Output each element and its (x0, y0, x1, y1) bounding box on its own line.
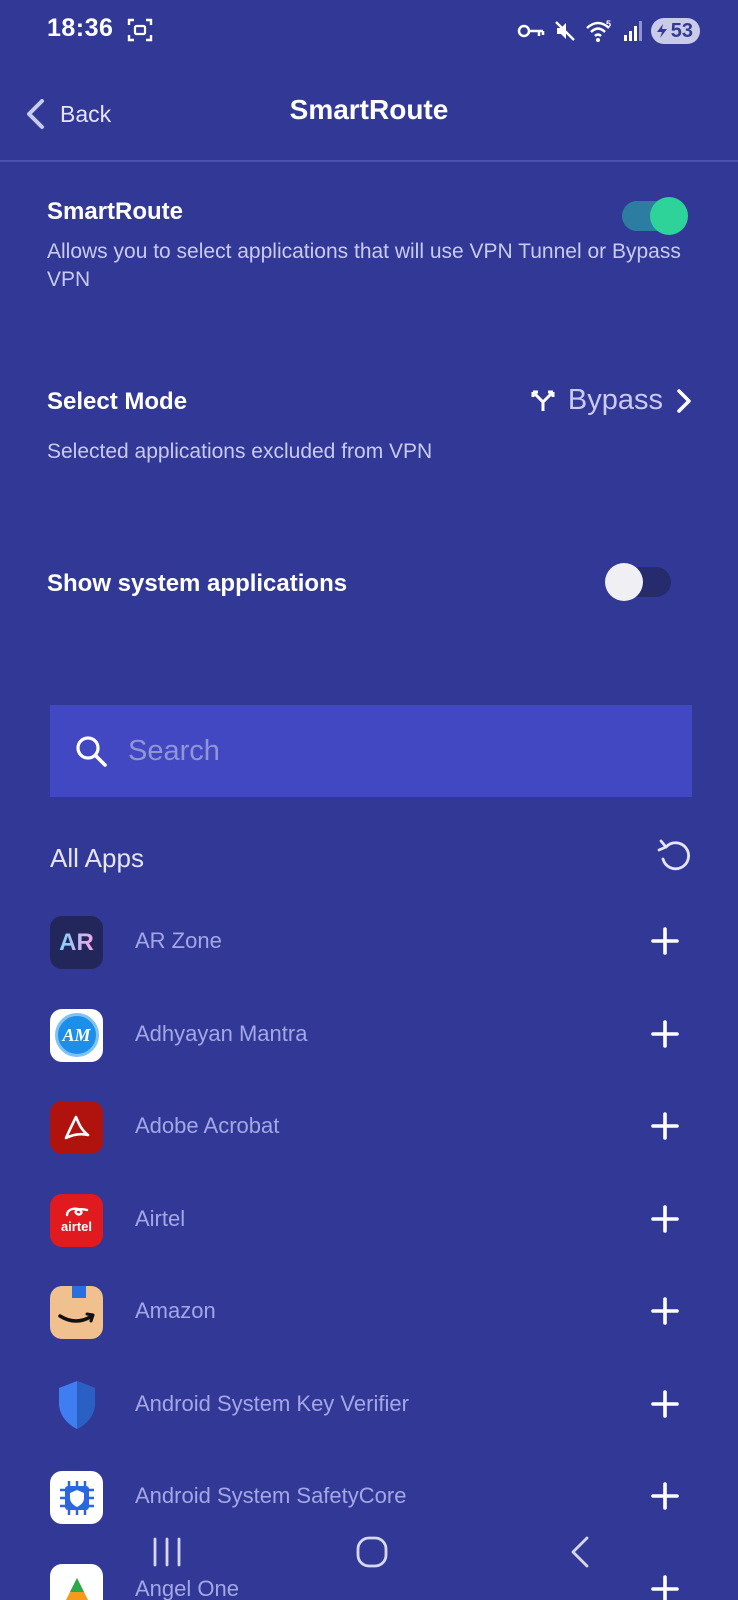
select-mode-title: Select Mode (47, 388, 188, 415)
smartroute-description: Allows you to select applications that w… (47, 240, 681, 291)
app-name: Adhyayan Mantra (135, 1020, 308, 1046)
status-icons: 5 53 (517, 16, 700, 46)
ar-zone-logo-text: AR (59, 928, 94, 956)
app-list: AR AR Zone AM Adhyayan Mantra Adobe Acro… (0, 896, 738, 1600)
add-icon[interactable] (650, 1111, 680, 1141)
smartroute-setting: SmartRoute Allows you to select applicat… (47, 198, 691, 294)
list-item[interactable]: Adobe Acrobat (0, 1081, 738, 1174)
airtel-logo-text: airtel (60, 1219, 93, 1234)
reset-icon[interactable] (657, 837, 693, 875)
smartroute-title: SmartRoute (47, 198, 184, 225)
battery-level: 53 (670, 19, 693, 42)
list-item[interactable]: AM Adhyayan Mantra (0, 989, 738, 1082)
wifi-icon: 5 (585, 19, 611, 42)
airtel-swirl (65, 1207, 88, 1217)
navigation-bar (0, 1535, 738, 1580)
mute-icon (554, 21, 575, 41)
app-name: Android System Key Verifier (135, 1390, 409, 1416)
key-verifier-logo (58, 1381, 95, 1429)
system-apps-toggle[interactable] (605, 563, 671, 601)
adhyayan-logo-text: AM (62, 1024, 91, 1045)
app-list-title: All Apps (50, 843, 144, 873)
recent-apps-icon[interactable] (150, 1535, 184, 1569)
add-icon[interactable] (650, 1204, 680, 1234)
add-icon[interactable] (650, 1481, 680, 1511)
amazon-icon (50, 1286, 103, 1339)
add-icon[interactable] (650, 1389, 680, 1419)
select-mode-description: Selected applications excluded from VPN (47, 440, 433, 463)
search-icon (76, 736, 107, 767)
page-title: SmartRoute (289, 94, 449, 125)
app-name: AR Zone (135, 928, 222, 953)
app-name: Amazon (135, 1298, 216, 1323)
toggle-knob (605, 563, 643, 601)
adhyayan-mantra-icon: AM (50, 1008, 103, 1062)
safetycore-logo (59, 1480, 94, 1515)
app-bar: Back SmartRoute (0, 72, 738, 162)
bypass-icon (531, 390, 555, 411)
smartroute-toggle[interactable] (622, 197, 688, 235)
airtel-icon: airtel (50, 1193, 103, 1247)
search-box[interactable] (50, 705, 692, 797)
mode-selector[interactable]: Bypass (530, 384, 693, 417)
app-name: Adobe Acrobat (135, 1113, 280, 1138)
search-input[interactable] (128, 734, 648, 768)
toggle-knob (650, 197, 688, 235)
home-icon[interactable] (355, 1535, 389, 1569)
status-time: 18:36 (47, 14, 114, 42)
app-name: Airtel (135, 1205, 186, 1231)
nav-back-icon[interactable] (565, 1535, 599, 1569)
shield-icon (50, 1379, 103, 1432)
list-item[interactable]: AR AR Zone (0, 896, 738, 989)
system-apps-title: Show system applications (47, 570, 348, 597)
system-apps-setting: Show system applications (47, 570, 691, 598)
add-icon[interactable] (650, 1019, 680, 1049)
screen: 18:36 5 53 Back SmartRoute SmartRoute Al… (0, 0, 738, 1600)
list-item[interactable]: airtel Airtel (0, 1174, 738, 1267)
add-icon[interactable] (650, 926, 680, 956)
list-item[interactable]: Amazon (0, 1266, 738, 1359)
select-mode-setting[interactable]: Select Mode Selected applications exclud… (47, 388, 438, 466)
acrobat-logo (64, 1115, 89, 1139)
signal-icon (623, 21, 642, 41)
add-icon[interactable] (650, 1296, 680, 1326)
battery-indicator: 53 (650, 18, 700, 44)
wifi-5-label: 5 (606, 19, 611, 29)
battery-saver-icon (656, 24, 667, 38)
safetycore-icon (50, 1471, 103, 1524)
app-name: Android System SafetyCore (135, 1483, 407, 1508)
vpn-key-icon (517, 24, 544, 38)
ar-zone-icon: AR (50, 916, 103, 969)
adobe-acrobat-icon (50, 1101, 103, 1154)
list-item[interactable]: Android System SafetyCore (0, 1451, 738, 1544)
amazon-logo (58, 1286, 95, 1323)
mode-value: Bypass (567, 384, 663, 416)
status-bar: 18:36 5 53 (0, 0, 738, 62)
screenshot-icon (127, 18, 153, 42)
app-list-header: All Apps (50, 835, 693, 879)
list-item[interactable]: Android System Key Verifier (0, 1359, 738, 1452)
chevron-right-icon (677, 388, 691, 413)
